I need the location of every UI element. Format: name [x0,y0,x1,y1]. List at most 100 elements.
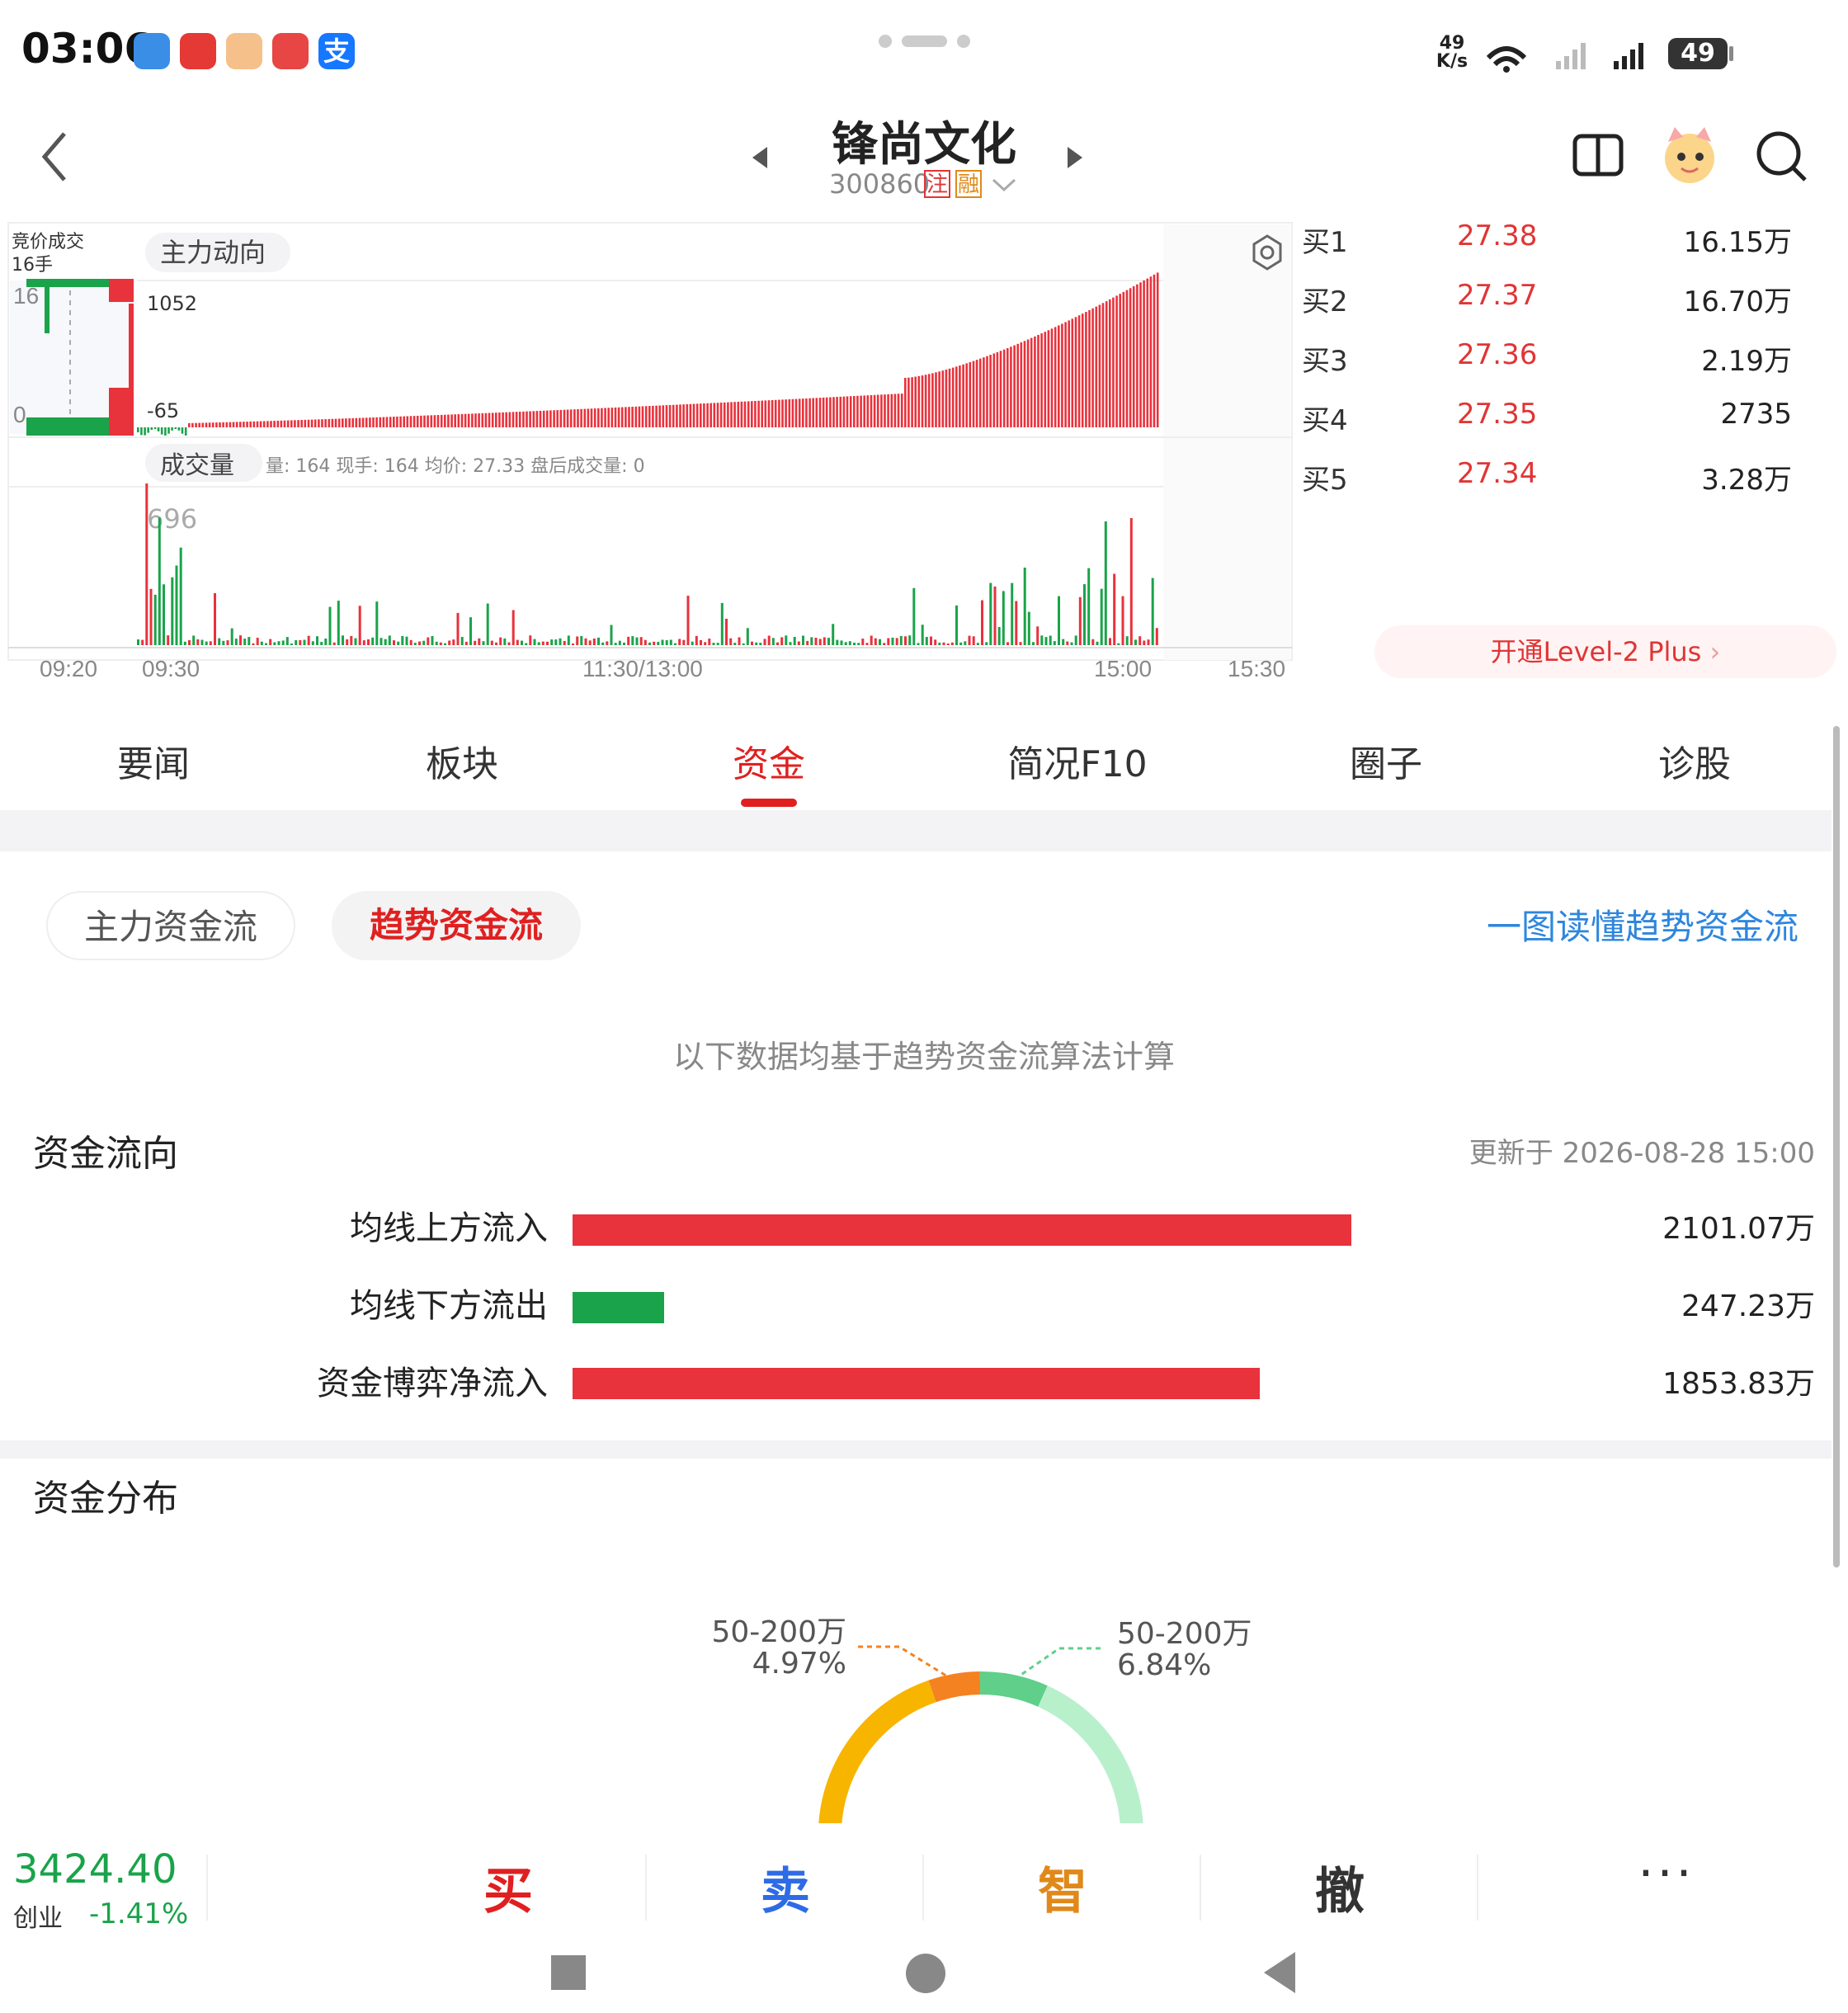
bid-row-5[interactable]: 买5 27.34 3.28万 [1302,457,1813,507]
bid-volume: 3.28万 [1701,464,1792,497]
flow-label-inflow: 均线上方流入 [350,1209,548,1247]
flow-label-outflow: 均线下方流出 [350,1287,548,1325]
buy-button[interactable]: 买 [426,1851,591,1923]
auction-label: 竞价成交 [12,232,84,252]
donut-segment-d [1038,1685,1143,1829]
bid-row-4[interactable]: 买4 27.35 2735 [1302,398,1813,447]
bid-volume: 2735 [1720,398,1792,431]
bid-row-3[interactable]: 买3 27.36 2.19万 [1302,338,1813,388]
donut-left-pct: 4.97% [752,1647,846,1681]
tab-sector[interactable]: 板块 [363,734,561,787]
distribution-title: 资金分布 [33,1478,178,1520]
donut-right-label: 50-200万 [1117,1617,1252,1651]
bid-label: 买2 [1302,285,1348,318]
auction-volume: 16手 [12,255,53,276]
section-divider [0,1440,1832,1459]
bid-label: 买5 [1302,464,1348,497]
volume-max-label: 696 [147,503,197,535]
alipay-icon: 支 [318,33,355,69]
stock-code: 300860 [829,168,931,200]
intraday-chart[interactable]: 竞价成交 16手 16 0 主力动向 1052 -65 成交量 量: 164 现… [0,214,1295,693]
tab-diagnosis[interactable]: 诊股 [1596,734,1794,787]
time-tick-1530: 15:30 [1228,656,1285,681]
money-flow-title: 资金流向 [33,1133,178,1175]
tab-f10[interactable]: 简况F10 [978,734,1176,787]
divider [645,1855,647,1921]
chevron-right-icon: › [1709,636,1721,667]
trend-flow-explainer-link[interactable]: 一图读懂趋势资金流 [1487,899,1798,950]
split-view-icon[interactable] [1572,132,1624,178]
bid-price: 27.34 [1457,457,1538,490]
smart-trade-button[interactable]: 智 [980,1851,1145,1923]
tag-registered: 注 [924,170,950,198]
chevron-down-icon[interactable] [992,177,1016,193]
content-tabs: 要闻 板块 资金 简况F10 圈子 诊股 [0,701,1832,808]
bid-label: 买3 [1302,345,1348,378]
browser-app-icon [134,33,170,69]
battery-indicator: 49 [1668,38,1728,69]
flow-max-label: 1052 [147,292,197,315]
flow-bar-inflow [573,1214,1351,1246]
volume-label[interactable]: 成交量 [160,451,234,480]
donut-segment-c [979,1671,1048,1707]
flow-value-inflow: 2101.07万 [1662,1212,1815,1246]
auction-max-label: 16 [13,283,39,309]
bid-row-2[interactable]: 买2 27.37 16.70万 [1302,279,1813,328]
donut-segment-b [928,1671,981,1703]
bid-price: 27.37 [1457,279,1538,312]
fund-distribution-donut: 50-200万 4.97% 50-200万 6.84% [711,1615,1252,1829]
main-flow-label[interactable]: 主力动向 [160,237,266,268]
main-flow-toggle[interactable]: 主力资金流 [46,891,295,960]
game-app-icon [226,33,262,69]
nav-back-icon[interactable] [1262,1950,1297,1995]
level2-upgrade-button[interactable]: 开通Level-2 Plus › [1374,625,1836,678]
divider [922,1855,924,1921]
multitask-indicator [879,35,970,48]
bid-price: 27.36 [1457,338,1538,371]
stock-name: 锋尚文化 [832,118,1016,172]
nav-home-icon[interactable] [906,1954,945,1993]
flow-value-net: 1853.83万 [1662,1367,1815,1401]
algorithm-note: 以下数据均基于趋势资金流算法计算 [672,1039,1175,1075]
camera-app-icon [272,33,309,69]
bid-price: 27.35 [1457,398,1538,431]
bid-volume: 2.19万 [1701,345,1792,378]
nav-recents-icon[interactable] [551,1955,586,1990]
bid-volume: 16.70万 [1683,285,1792,318]
level2-label: 开通Level-2 Plus [1490,636,1702,667]
trend-flow-toggle[interactable]: 趋势资金流 [332,891,581,960]
section-divider [0,810,1832,851]
mascot-avatar-icon[interactable] [1658,124,1721,186]
bid-volume: 16.15万 [1683,226,1792,259]
flow-value-outflow: 247.23万 [1681,1289,1815,1323]
flow-bar-outflow [573,1292,664,1323]
tag-margin: 融 [955,170,982,198]
index-change: -1.41% [89,1898,189,1930]
bottom-action-bar [0,1823,1848,1939]
stock-app-icon [180,33,216,69]
divider [1477,1855,1478,1921]
donut-left-label: 50-200万 [711,1615,846,1649]
flow-bar-net [573,1368,1260,1399]
time-tick-0930: 09:30 [142,656,200,681]
more-button[interactable]: ··· [1584,1845,1749,1902]
active-tab-indicator [741,799,797,807]
tab-funds[interactable]: 资金 [670,734,868,787]
sell-button[interactable]: 卖 [703,1851,868,1923]
tab-circle[interactable]: 圈子 [1287,734,1485,787]
flow-min-label: -65 [147,399,179,422]
bid-label: 买1 [1302,226,1348,259]
auction-min-label: 0 [13,402,26,427]
time-tick-1500: 15:00 [1094,656,1152,681]
time-tick-0920: 09:20 [40,656,97,681]
bid-row-1[interactable]: 买1 27.38 16.15万 [1302,219,1813,269]
tab-news[interactable]: 要闻 [54,734,252,787]
cancel-order-button[interactable]: 撤 [1257,1851,1422,1923]
search-icon[interactable] [1754,129,1808,183]
scrollbar[interactable] [1833,726,1840,1568]
index-value[interactable]: 3424.40 [13,1846,177,1893]
donut-segment-a [818,1680,936,1829]
battery-tip [1729,46,1733,61]
time-tick-1130: 11:30/13:00 [582,656,703,681]
divider [1200,1855,1201,1921]
